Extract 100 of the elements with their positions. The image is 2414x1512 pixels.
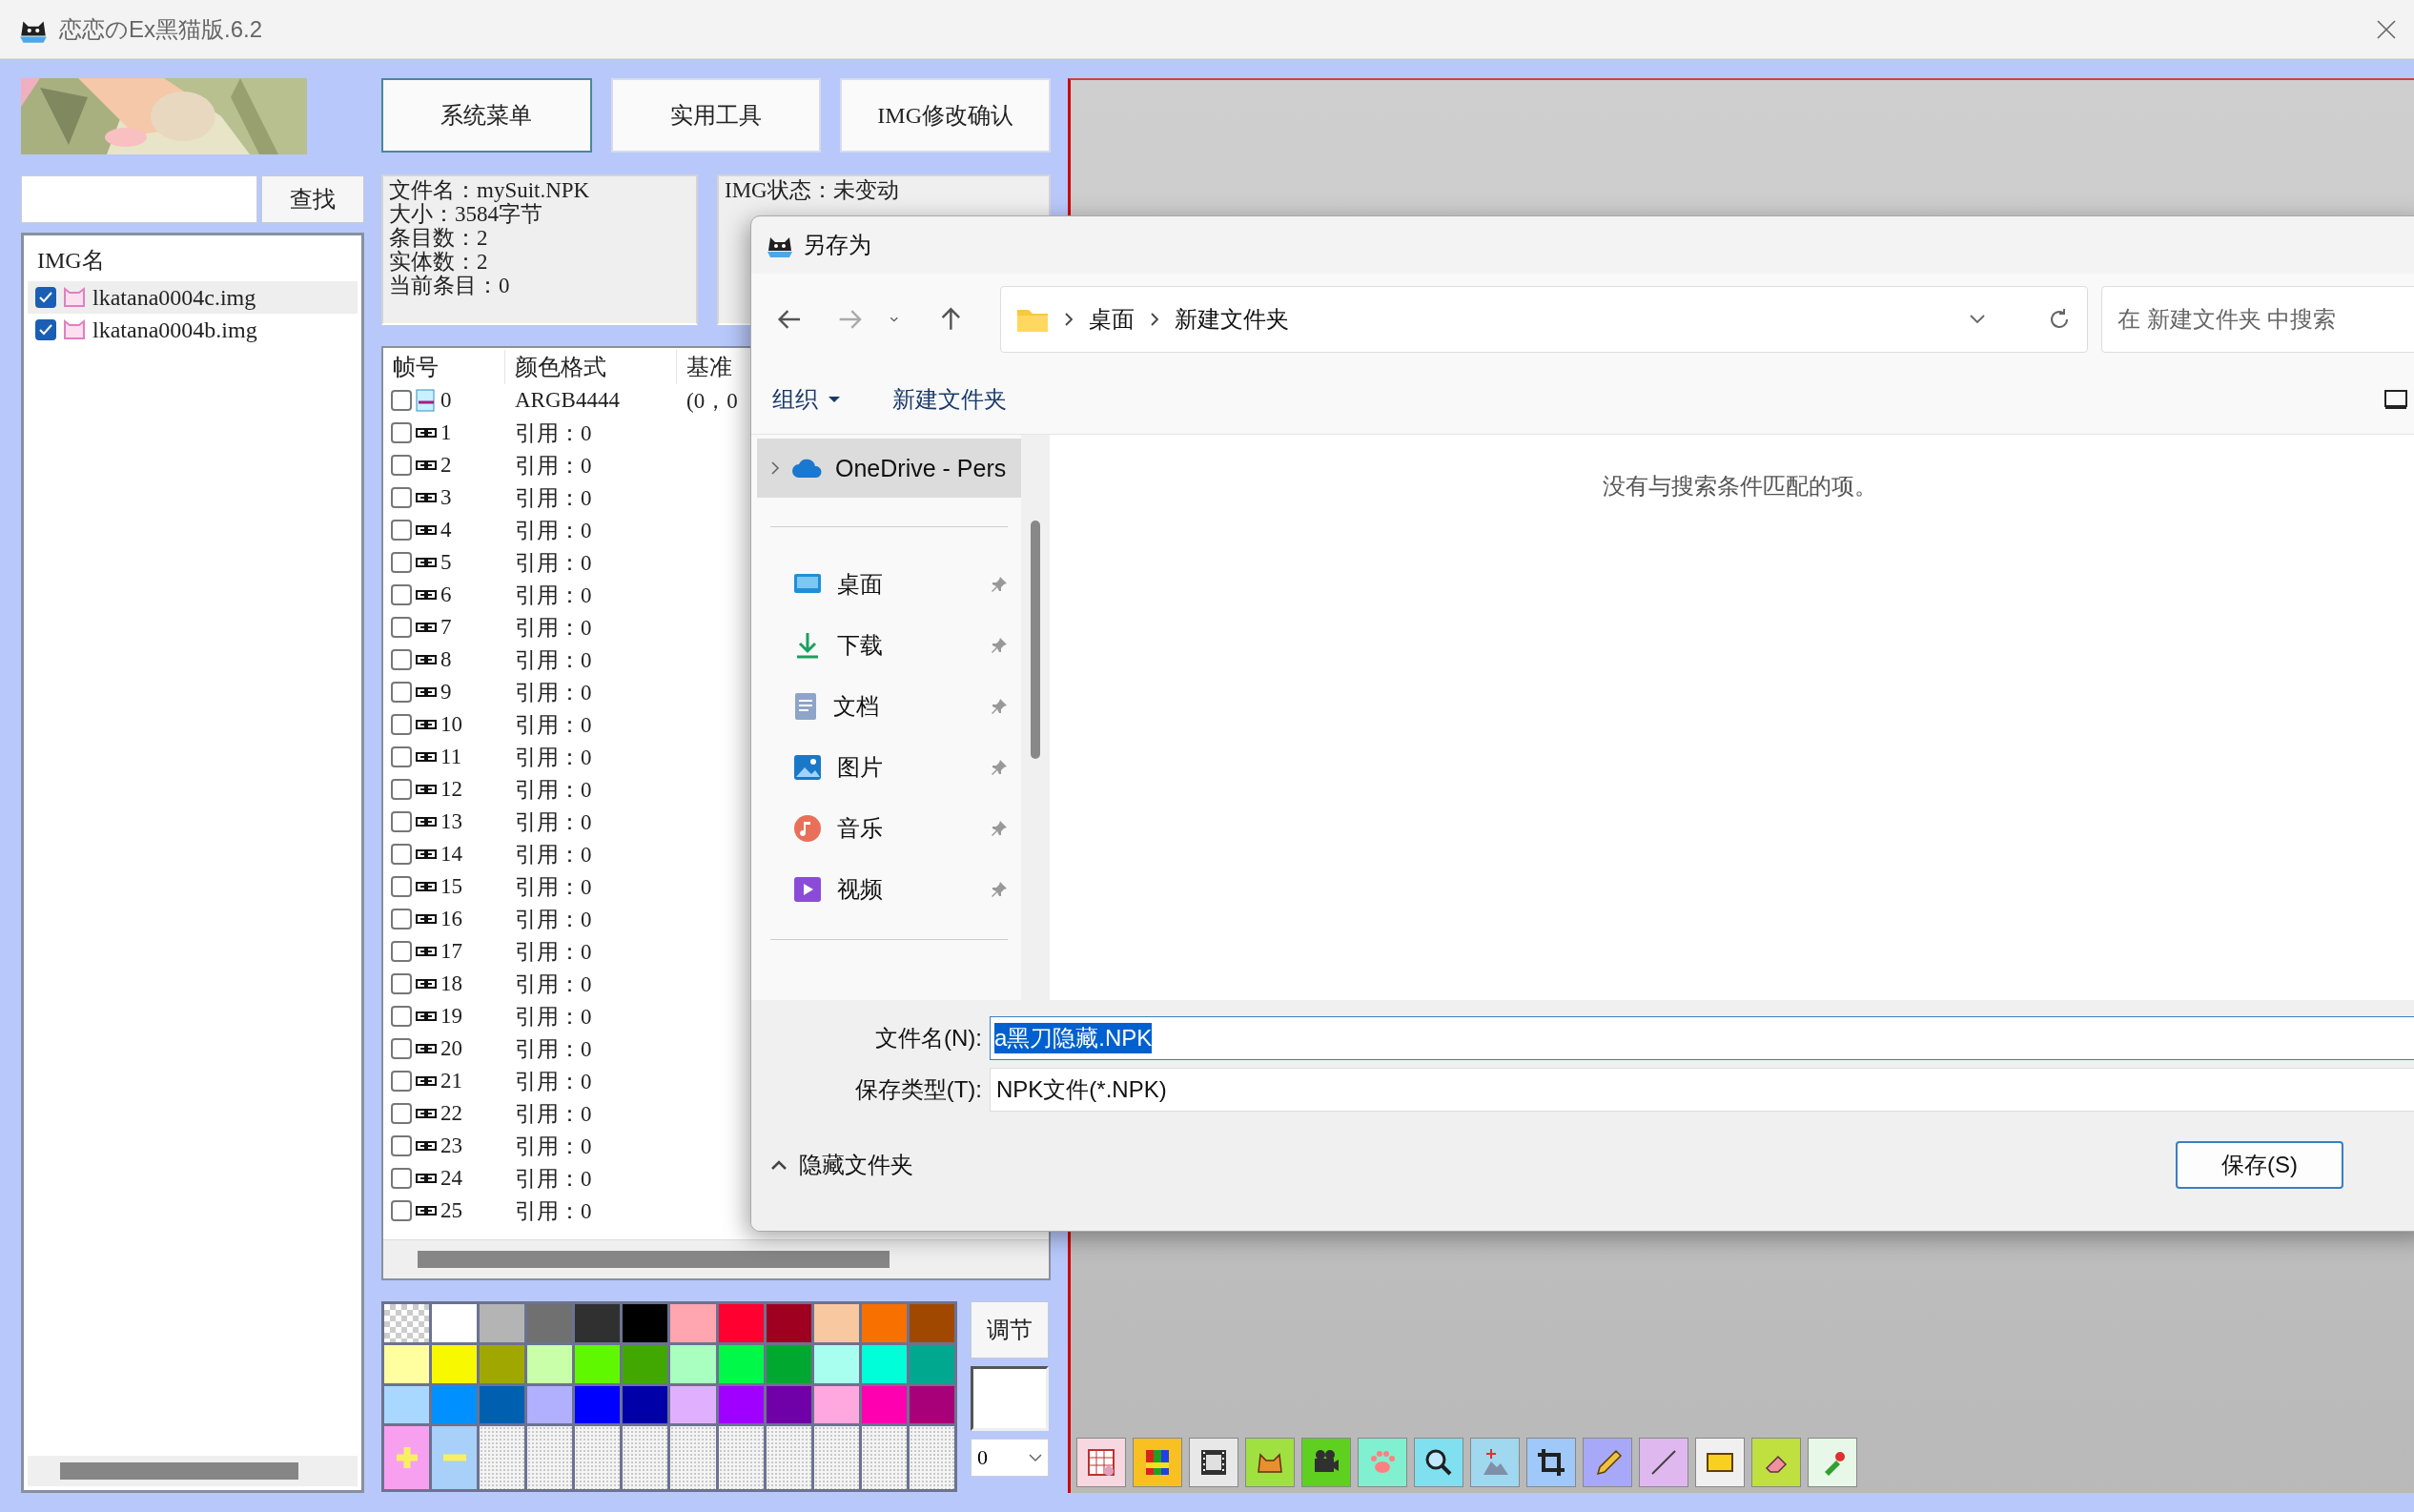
color-swatch[interactable] <box>480 1344 525 1383</box>
pencil-icon[interactable] <box>1583 1438 1632 1487</box>
adjust-button[interactable]: 调节 <box>971 1301 1049 1359</box>
color-swatch[interactable] <box>527 1304 573 1342</box>
view-icon[interactable] <box>2383 389 2408 410</box>
empty-swatch[interactable] <box>718 1426 764 1489</box>
table-icon[interactable] <box>1076 1438 1126 1487</box>
menu-button[interactable]: 系统菜单 <box>381 78 592 153</box>
checkbox[interactable] <box>35 287 56 308</box>
menu-button[interactable]: IMG修改确认 <box>840 78 1051 153</box>
checkbox[interactable] <box>391 714 412 735</box>
color-swatch[interactable] <box>718 1385 764 1424</box>
checkbox[interactable] <box>391 876 412 897</box>
save-button[interactable]: 保存(S) <box>2176 1141 2343 1189</box>
color-swatch[interactable] <box>670 1385 716 1424</box>
color-swatch[interactable] <box>813 1385 859 1424</box>
add-color-button[interactable] <box>384 1426 430 1489</box>
breadcrumb-item[interactable]: 桌面 <box>1089 304 1135 335</box>
chevron-down-icon[interactable] <box>1969 314 1986 325</box>
color-swatch[interactable] <box>813 1344 859 1383</box>
color-swatch[interactable] <box>527 1344 573 1383</box>
checkbox[interactable] <box>35 319 56 340</box>
color-swatch[interactable] <box>861 1385 907 1424</box>
dropper-icon[interactable] <box>1808 1438 1857 1487</box>
checkbox[interactable] <box>391 487 412 508</box>
scrollbar[interactable] <box>1021 435 1050 1000</box>
color-swatch[interactable] <box>575 1385 621 1424</box>
color-swatch[interactable] <box>909 1304 954 1342</box>
color-swatch[interactable] <box>623 1344 668 1383</box>
search-icon[interactable] <box>1414 1438 1463 1487</box>
color-swatch[interactable] <box>766 1385 811 1424</box>
list-item[interactable]: lkatana0004b.img <box>28 314 358 346</box>
nav-item[interactable]: 下载 <box>757 615 1021 676</box>
checkbox[interactable] <box>391 1038 412 1059</box>
checkbox[interactable] <box>391 909 412 930</box>
color-swatch[interactable] <box>670 1304 716 1342</box>
checkbox[interactable] <box>391 390 412 411</box>
checkbox[interactable] <box>391 1071 412 1092</box>
color-swatch[interactable] <box>432 1304 478 1342</box>
empty-swatch[interactable] <box>861 1426 907 1489</box>
color-swatch[interactable] <box>670 1344 716 1383</box>
checkbox[interactable] <box>391 1103 412 1124</box>
search-field[interactable]: 在 新建文件夹 中搜索 <box>2101 286 2414 353</box>
scrollbar-thumb[interactable] <box>60 1462 298 1480</box>
hide-folders-toggle[interactable]: 隐藏文件夹 <box>770 1150 913 1180</box>
color-swatch[interactable] <box>861 1344 907 1383</box>
breadcrumb-item[interactable]: 新建文件夹 <box>1175 304 1290 335</box>
checkbox[interactable] <box>391 455 412 476</box>
shapes-icon[interactable] <box>1470 1438 1520 1487</box>
nav-item[interactable]: 视频 <box>757 859 1021 920</box>
checkbox[interactable] <box>391 584 412 605</box>
checkbox[interactable] <box>391 1006 412 1027</box>
empty-swatch[interactable] <box>909 1426 954 1489</box>
filename-field[interactable]: a黑刀隐藏.NPK <box>990 1016 2414 1060</box>
cat-icon[interactable] <box>1245 1438 1295 1487</box>
color-swatch[interactable] <box>432 1344 478 1383</box>
checkbox[interactable] <box>391 649 412 670</box>
checkbox[interactable] <box>391 552 412 573</box>
color-swatch[interactable] <box>623 1304 668 1342</box>
scrollbar-thumb[interactable] <box>418 1251 890 1268</box>
nav-item[interactable]: 音乐 <box>757 798 1021 859</box>
checkbox[interactable] <box>391 1135 412 1156</box>
find-button[interactable]: 查找 <box>261 175 364 223</box>
color-swatch[interactable] <box>575 1344 621 1383</box>
checkbox[interactable] <box>391 844 412 865</box>
empty-swatch[interactable] <box>480 1426 525 1489</box>
empty-swatch[interactable] <box>575 1426 621 1489</box>
remove-color-button[interactable] <box>432 1426 478 1489</box>
menu-button[interactable]: 实用工具 <box>610 78 822 153</box>
empty-swatch[interactable] <box>623 1426 668 1489</box>
checkbox[interactable] <box>391 1168 412 1189</box>
color-swatch[interactable] <box>384 1385 430 1424</box>
file-type-select[interactable]: NPK文件(*.NPK) <box>990 1068 2414 1112</box>
color-swatch[interactable] <box>384 1344 430 1383</box>
color-swatch[interactable] <box>766 1304 811 1342</box>
nav-item[interactable]: 图片 <box>757 737 1021 798</box>
color-swatch[interactable] <box>480 1385 525 1424</box>
search-field[interactable] <box>21 175 257 223</box>
pin-icon[interactable] <box>991 576 1008 593</box>
nav-item[interactable]: 桌面 <box>757 554 1021 615</box>
pin-icon[interactable] <box>991 759 1008 776</box>
pin-icon[interactable] <box>991 881 1008 898</box>
pin-icon[interactable] <box>991 698 1008 715</box>
nav-item[interactable]: OneDrive - Pers <box>757 439 1021 498</box>
transparent-swatch[interactable] <box>384 1304 430 1342</box>
camera-icon[interactable] <box>1301 1438 1351 1487</box>
color-swatch[interactable] <box>861 1304 907 1342</box>
close-icon[interactable] <box>2376 18 2397 40</box>
pin-icon[interactable] <box>991 637 1008 654</box>
list-item[interactable]: lkatana0004c.img <box>28 281 358 314</box>
color-swatch[interactable] <box>527 1385 573 1424</box>
nav-item[interactable]: 文档 <box>757 676 1021 737</box>
checkbox[interactable] <box>391 617 412 638</box>
color-swatch[interactable] <box>718 1304 764 1342</box>
crop-icon[interactable] <box>1526 1438 1576 1487</box>
eraser-icon[interactable] <box>1751 1438 1801 1487</box>
checkbox[interactable] <box>391 520 412 541</box>
color-swatch[interactable] <box>432 1385 478 1424</box>
color-swatch[interactable] <box>575 1304 621 1342</box>
checkbox[interactable] <box>391 682 412 703</box>
